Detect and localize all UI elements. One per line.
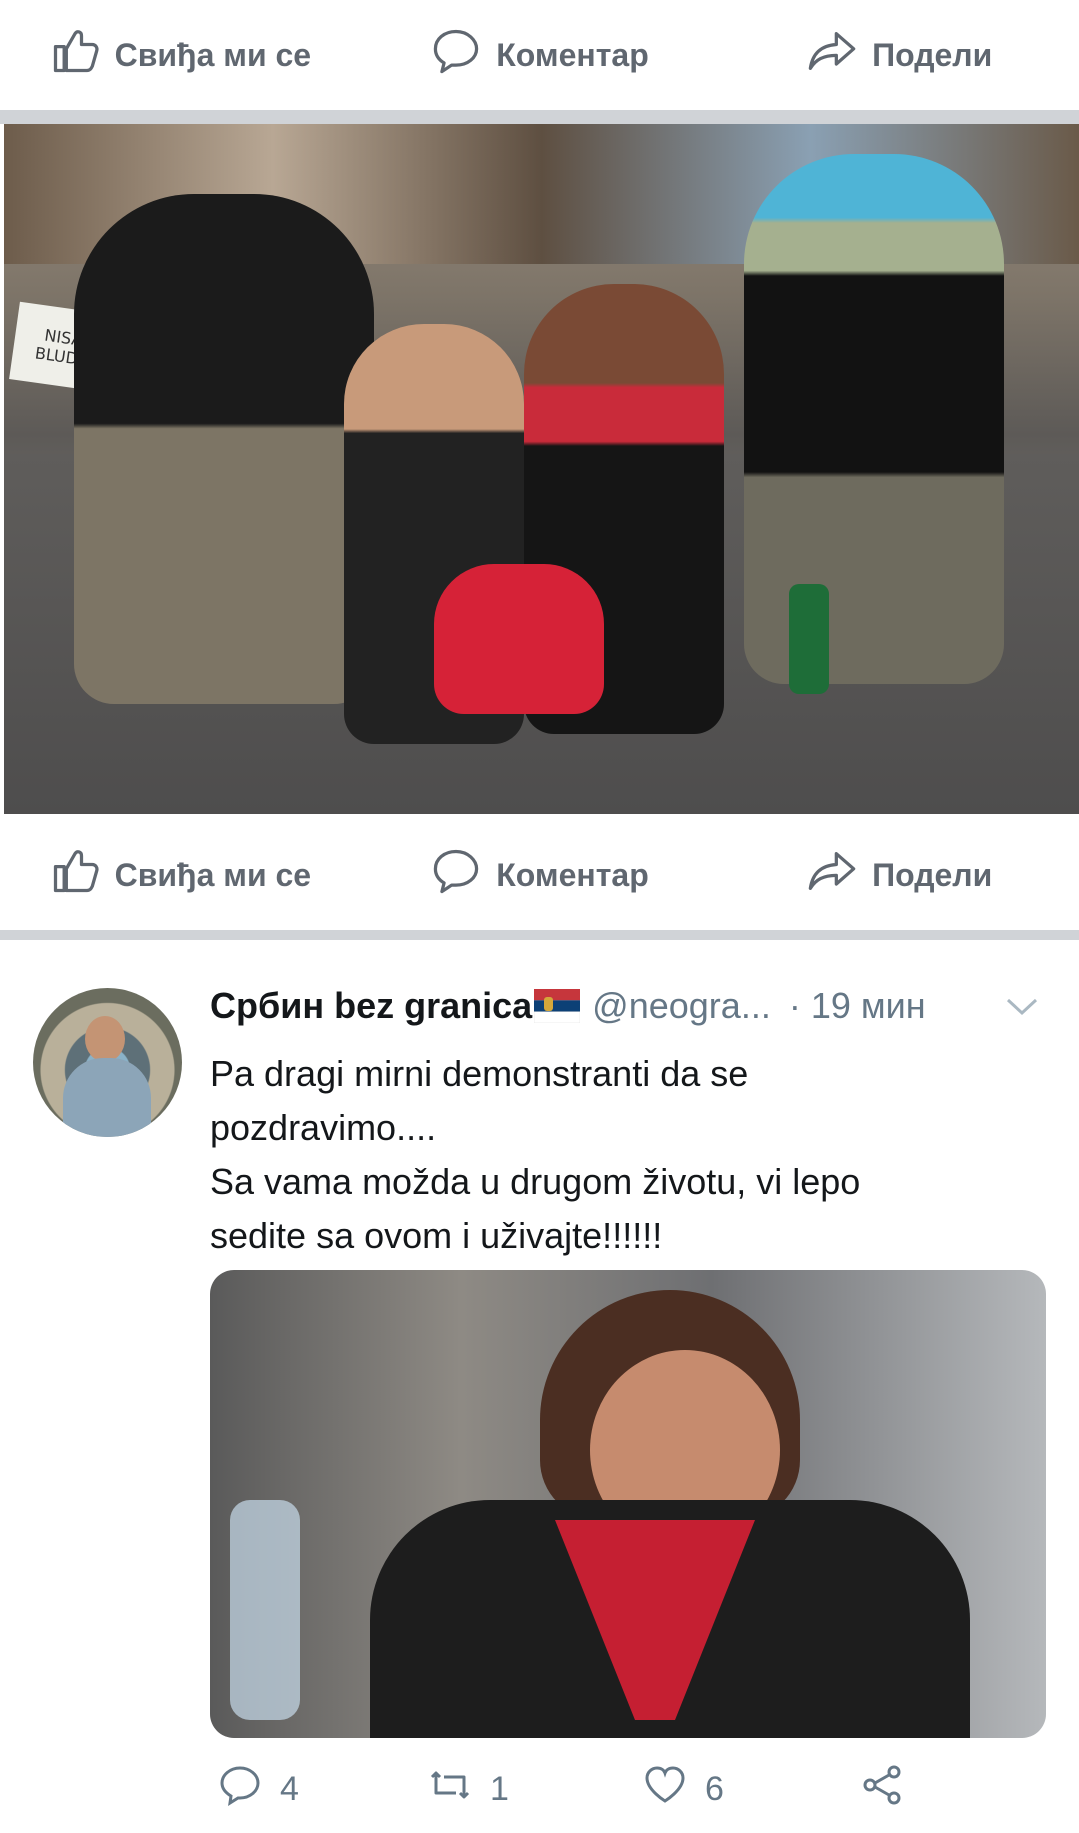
share-nodes-icon — [860, 1763, 904, 1816]
like-count: 6 — [705, 1770, 724, 1808]
tweet-text: Pa dragi mirni demonstranti da se pozdra… — [210, 1047, 1010, 1263]
tweet-text-line: pozdravimo.... — [210, 1107, 437, 1148]
share-tweet-button[interactable] — [860, 1763, 904, 1816]
comment-label: Коментар — [496, 36, 649, 73]
comment-button[interactable]: Коментар — [360, 845, 720, 905]
avatar[interactable] — [33, 988, 182, 1137]
retweet-icon — [428, 1763, 472, 1816]
person-left — [74, 194, 374, 704]
comment-button[interactable]: Коментар — [360, 25, 720, 85]
like-label: Свиђа ми се — [114, 36, 312, 73]
red-backpack — [434, 564, 604, 714]
thumbs-up-icon — [49, 845, 101, 905]
tweet-author-name[interactable]: Србин bez granica — [210, 985, 532, 1027]
post-photo[interactable]: NISAM BLUDAN — [4, 124, 1079, 814]
tweet-header: Србин bez granica @neogra... · 19 мин — [210, 985, 926, 1027]
comment-label: Коментар — [496, 856, 649, 893]
share-button[interactable]: Подели — [719, 845, 1079, 905]
tweet-text-line: sedite sa ovom i uživajte!!!!!! — [210, 1215, 663, 1256]
divider — [0, 930, 1079, 940]
action-bar-top: Свиђа ми се Коментар Подели — [0, 0, 1079, 110]
serbian-flag-icon — [533, 989, 581, 1024]
reply-icon — [218, 1763, 262, 1816]
like-label: Свиђа ми се — [114, 856, 312, 893]
heart-icon — [643, 1763, 687, 1816]
chevron-down-icon[interactable] — [1005, 997, 1039, 1022]
share-arrow-icon — [806, 845, 858, 905]
action-bar-bottom: Свиђа ми се Коментар Подели — [0, 820, 1079, 930]
tweet-actions: 4 1 6 — [210, 1763, 1030, 1823]
retweet-button[interactable]: 1 — [428, 1763, 509, 1816]
share-arrow-icon — [806, 25, 858, 85]
green-bottle — [789, 584, 829, 694]
reply-count: 4 — [280, 1770, 299, 1808]
like-heart-button[interactable]: 6 — [643, 1763, 724, 1816]
tweet-card: Србин bez granica @neogra... · 19 мин Pa… — [0, 955, 1079, 1833]
share-label: Подели — [872, 856, 993, 893]
thumbs-up-icon — [49, 25, 101, 85]
comment-icon — [430, 25, 482, 85]
like-button[interactable]: Свиђа ми се — [0, 25, 360, 85]
like-button[interactable]: Свиђа ми се — [0, 845, 360, 905]
share-label: Подели — [872, 36, 993, 73]
tweet-handle[interactable]: @neogra... — [592, 985, 771, 1027]
tweet-text-line: Sa vama možda u drugom životu, vi lepo — [210, 1161, 861, 1202]
comment-icon — [430, 845, 482, 905]
retweet-count: 1 — [490, 1770, 509, 1808]
share-button[interactable]: Подели — [719, 25, 1079, 85]
tweet-timestamp: · 19 мин — [788, 985, 926, 1026]
tweet-media-image[interactable] — [210, 1270, 1046, 1738]
divider — [0, 110, 1079, 124]
tweet-text-line: Pa dragi mirni demonstranti da se — [210, 1053, 749, 1094]
reply-button[interactable]: 4 — [218, 1763, 299, 1816]
person-right — [744, 154, 1004, 684]
